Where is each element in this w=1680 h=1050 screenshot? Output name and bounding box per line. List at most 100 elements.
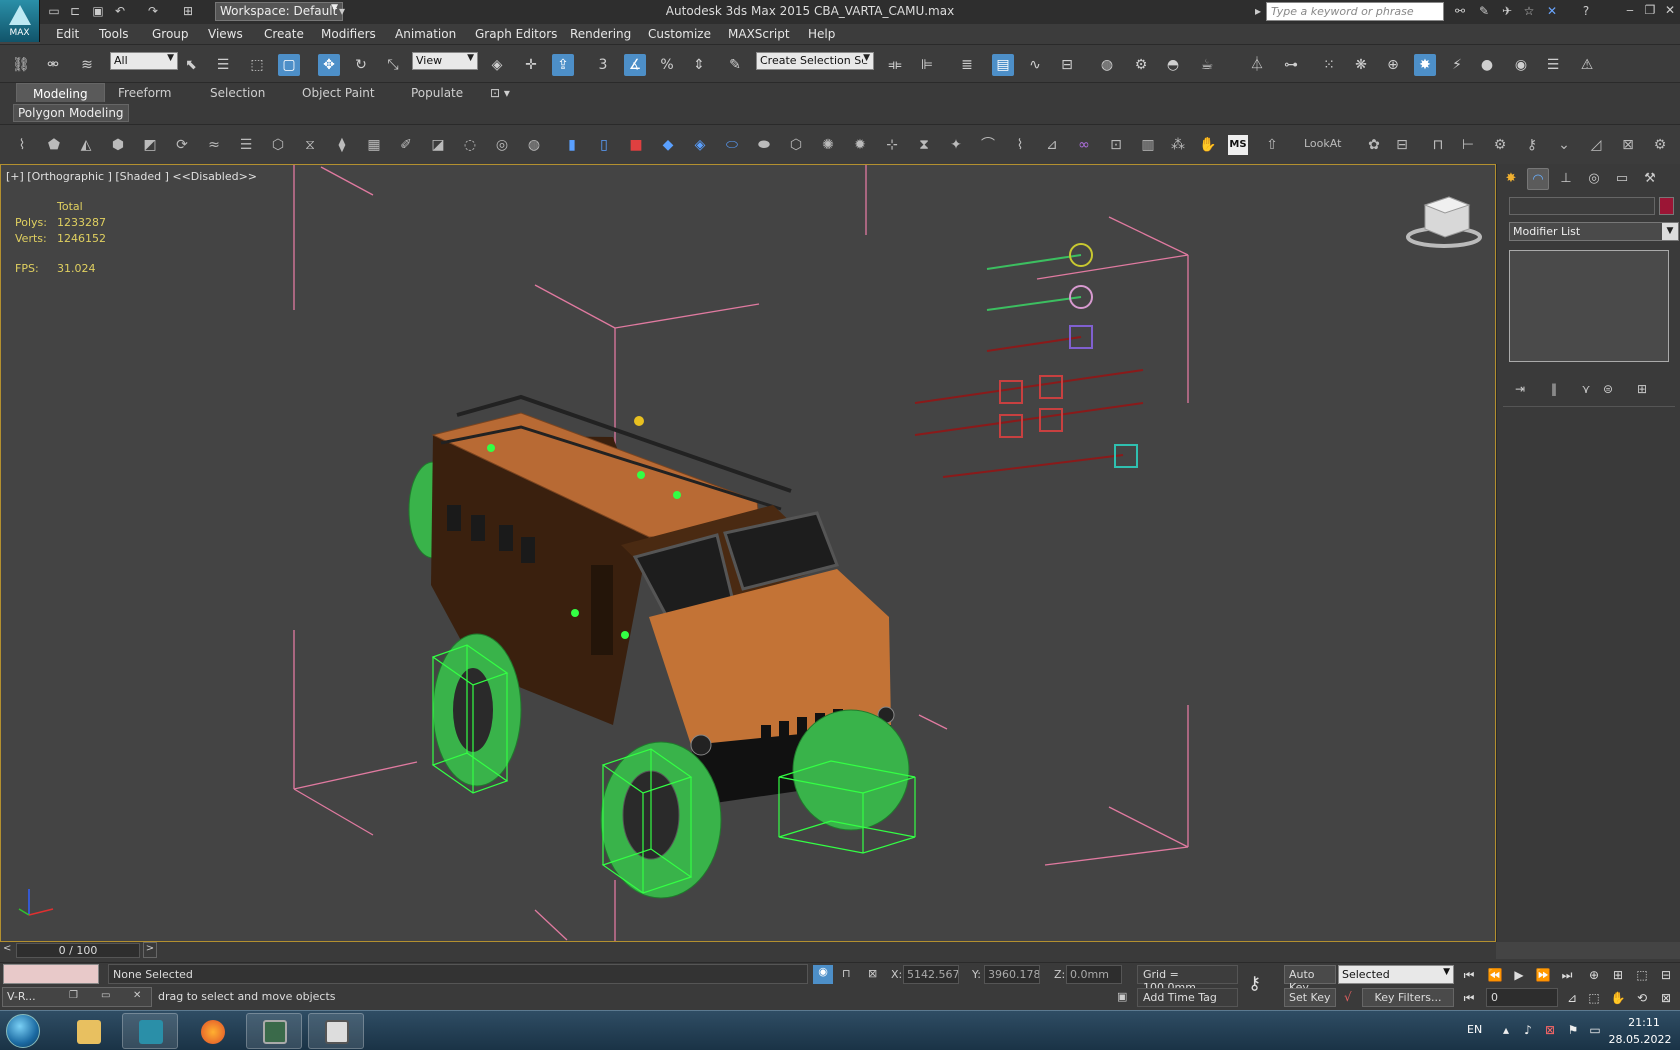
previous-frame-icon[interactable]: ⏪ xyxy=(1486,966,1504,984)
stack-tool-icon[interactable]: ☰ xyxy=(1542,54,1564,76)
key-filters-button[interactable]: Key Filters... xyxy=(1362,988,1454,1007)
menu-animation[interactable]: Animation xyxy=(395,27,456,41)
shape-tool-icon[interactable]: ⬟ xyxy=(44,135,64,155)
mirror-icon[interactable]: ⟚ xyxy=(884,54,906,76)
render-tool-icon[interactable]: ⚠ xyxy=(1576,54,1598,76)
spline-mod-icon[interactable]: ∞ xyxy=(1074,135,1094,155)
network-icon[interactable]: ⊠ xyxy=(1543,1023,1557,1037)
new-file-icon[interactable]: ▭ xyxy=(46,4,62,18)
stack-icon[interactable]: ☰ xyxy=(236,135,256,155)
application-button[interactable]: MAX xyxy=(0,0,40,42)
menu-group[interactable]: Group xyxy=(152,27,189,41)
show-end-result-icon[interactable]: ‖ xyxy=(1545,382,1563,398)
graph-mod-icon[interactable]: ⊿ xyxy=(1042,135,1062,155)
taskbar-monitor-app[interactable] xyxy=(246,1013,302,1049)
configure-modifier-sets-icon[interactable]: ⊞ xyxy=(1633,382,1651,398)
clock-date[interactable]: 28.05.2022 xyxy=(1604,1033,1676,1046)
menu-tools[interactable]: Tools xyxy=(99,27,129,41)
tube-icon[interactable]: ▯ xyxy=(594,135,614,155)
workspace-dropdown[interactable]: Workspace: Default ▼ xyxy=(215,2,343,21)
grid-box-icon[interactable]: ⊠ xyxy=(1618,135,1638,155)
chamfer-cyl-icon[interactable]: ⬭ xyxy=(722,135,742,155)
box-icon[interactable]: ◆ xyxy=(658,135,678,155)
hand-icon[interactable]: ✋ xyxy=(1198,135,1218,155)
zoom-extents-icon[interactable]: ⬚ xyxy=(1633,966,1651,984)
city-icon[interactable]: ▥ xyxy=(1138,135,1158,155)
hierarchy-tab-icon[interactable]: ⊥ xyxy=(1555,168,1577,190)
taskbar-firefox[interactable] xyxy=(184,1013,240,1049)
menu-maxscript[interactable]: MAXScript xyxy=(728,27,790,41)
polygon-modeling-panel[interactable]: Polygon Modeling xyxy=(13,104,129,122)
vray-tool-icon[interactable]: ⏃ xyxy=(1246,54,1268,76)
lock-tool-icon[interactable]: ⊓ xyxy=(1428,135,1448,155)
menu-help[interactable]: Help xyxy=(808,27,835,41)
hose-icon[interactable]: ⌇ xyxy=(12,135,32,155)
align-icon[interactable]: ⊫ xyxy=(916,54,938,76)
close-icon[interactable]: ✕ xyxy=(1662,3,1678,19)
pin-stack-icon[interactable]: ⇥ xyxy=(1511,382,1529,398)
next-frame-icon[interactable]: > xyxy=(143,942,157,958)
zoom-extents-all-icon[interactable]: ⊟ xyxy=(1657,966,1675,984)
lattice-icon[interactable]: ✺ xyxy=(818,135,838,155)
modifier-list-dropdown[interactable]: Modifier List ▼ xyxy=(1509,222,1679,241)
bind-space-warp-icon[interactable]: ≋ xyxy=(76,54,98,76)
rectangular-region-icon[interactable]: ⬚ xyxy=(246,54,268,76)
orbit-icon[interactable]: ⟲ xyxy=(1633,989,1651,1007)
action-center-icon[interactable]: ⚑ xyxy=(1566,1023,1580,1037)
snaps-toggle-icon[interactable]: 3 xyxy=(592,54,614,76)
extrude-icon[interactable]: ⬢ xyxy=(108,135,128,155)
rendered-frame-window-icon[interactable]: ◓ xyxy=(1162,54,1184,76)
layer-manager-icon[interactable]: ≣ xyxy=(956,54,978,76)
menu-modifiers[interactable]: Modifiers xyxy=(321,27,376,41)
unlink-icon[interactable]: ⚮ xyxy=(42,54,64,76)
aperture-icon[interactable]: ✿ xyxy=(1364,135,1384,155)
y-coord-field[interactable]: 3960.178m xyxy=(984,965,1040,984)
scene-canvas[interactable] xyxy=(1,165,1495,941)
cylinder-icon[interactable]: ▮ xyxy=(562,135,582,155)
project-folder-icon[interactable]: ⊞ xyxy=(180,4,196,18)
tab-object-paint[interactable]: Object Paint xyxy=(302,86,375,100)
spinner-snap-icon[interactable]: ⇕ xyxy=(688,54,710,76)
play-icon[interactable]: ▶ xyxy=(1510,966,1528,984)
viewport-label[interactable]: [+] [Orthographic ] [Shaded ] <<Disabled… xyxy=(6,170,257,183)
render-production-icon[interactable]: ☕ xyxy=(1196,54,1218,76)
ffd-icon[interactable]: ⌇ xyxy=(1010,135,1030,155)
current-frame-field[interactable]: 0 xyxy=(1486,988,1558,1007)
star-tool-icon[interactable]: ✸ xyxy=(1414,54,1436,76)
binoculars-icon[interactable]: ⚯ xyxy=(1452,4,1468,18)
z-coord-field[interactable]: 0.0mm xyxy=(1066,965,1122,984)
vray-window-tab[interactable]: V-R... ❐ ▭ ✕ xyxy=(2,987,152,1007)
noise-icon[interactable]: ◍ xyxy=(524,135,544,155)
cube-outline-icon[interactable]: ⬡ xyxy=(786,135,806,155)
help-icon[interactable]: ? xyxy=(1578,4,1594,18)
select-and-manipulate-icon[interactable]: ✛ xyxy=(520,54,542,76)
menu-graph-editors[interactable]: Graph Editors xyxy=(475,27,557,41)
region-zoom-icon[interactable]: ⬚ xyxy=(1585,989,1603,1007)
taskbar-3dsmax[interactable] xyxy=(122,1013,178,1049)
path-deform-icon[interactable]: ⌒ xyxy=(978,135,998,155)
use-pivot-center-icon[interactable]: ◈ xyxy=(486,54,508,76)
minimize-icon[interactable]: ‒ xyxy=(1622,3,1638,19)
tab-selection[interactable]: Selection xyxy=(210,86,265,100)
percent-snap-icon[interactable]: % xyxy=(656,54,678,76)
relax-icon[interactable]: ◌ xyxy=(460,135,480,155)
start-button[interactable] xyxy=(6,1014,40,1048)
angle-snap-icon[interactable]: ∡ xyxy=(624,54,646,76)
prev-frame-icon[interactable]: < xyxy=(3,943,11,954)
xform-icon[interactable]: ⊹ xyxy=(882,135,902,155)
symmetry-icon[interactable]: ⧖ xyxy=(300,135,320,155)
selection-lock-icon[interactable]: ⊓ xyxy=(842,967,851,980)
time-tag-icon[interactable]: ▣ xyxy=(1117,990,1127,1003)
select-and-rotate-icon[interactable]: ↻ xyxy=(350,54,372,76)
ribbon-options-icon[interactable]: ⊡ ▾ xyxy=(490,86,510,100)
clock-time[interactable]: 21:11 xyxy=(1614,1016,1674,1029)
tab-freeform[interactable]: Freeform xyxy=(118,86,171,100)
utilities-tab-icon[interactable]: ⚒ xyxy=(1639,168,1661,190)
exchange-icon[interactable]: ✕ xyxy=(1544,4,1560,18)
scatter-icon[interactable]: ⁂ xyxy=(1168,135,1188,155)
search-input[interactable]: Type a keyword or phrase xyxy=(1266,2,1444,21)
select-object-icon[interactable]: ⬉ xyxy=(180,54,202,76)
slope-icon[interactable]: ◿ xyxy=(1586,135,1606,155)
field-of-view-icon[interactable]: ⊿ xyxy=(1563,989,1581,1007)
sphere-tool-icon[interactable]: ● xyxy=(1476,54,1498,76)
